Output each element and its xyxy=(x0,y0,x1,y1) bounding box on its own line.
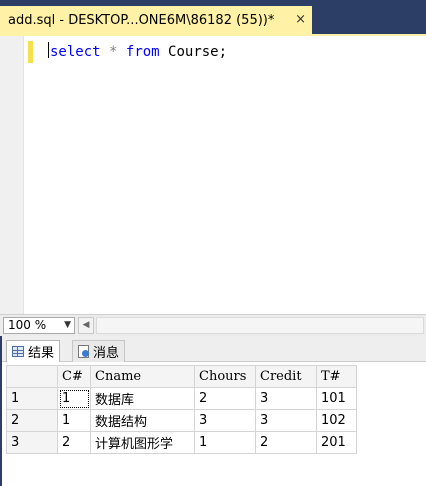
table-cell[interactable]: 3 xyxy=(255,409,317,432)
scroll-left-button[interactable]: ◀ xyxy=(78,317,94,334)
table-cell[interactable]: 数据库 xyxy=(90,387,195,410)
code-rest: Course; xyxy=(159,44,228,60)
table-cell[interactable]: 101 xyxy=(316,387,357,410)
result-tabs: 结果 消息 xyxy=(2,336,426,362)
code-line[interactable]: select * from Course; xyxy=(48,42,227,62)
keyword-select: select xyxy=(50,44,101,60)
table-cell[interactable]: 1 xyxy=(57,409,91,432)
column-header[interactable]: Chours xyxy=(194,365,256,388)
column-header[interactable]: Credit xyxy=(255,365,317,388)
column-header[interactable]: C# xyxy=(57,365,91,388)
tab-results-label: 结果 xyxy=(28,346,55,361)
table-row[interactable]: 3 2 计算机图形学 1 2 201 xyxy=(6,431,357,454)
column-header[interactable]: T# xyxy=(316,365,357,388)
horizontal-scrollbar[interactable] xyxy=(96,317,424,334)
message-icon xyxy=(78,345,89,358)
table-cell[interactable]: 2 xyxy=(57,431,91,454)
tab-messages[interactable]: 消息 xyxy=(72,340,126,362)
close-icon[interactable]: × xyxy=(295,13,306,26)
row-number[interactable]: 2 xyxy=(6,409,58,432)
keyword-from: from xyxy=(125,44,160,60)
document-tab-strip: add.sql - DESKTOP...ONE6M\86182 (55))* × xyxy=(0,0,426,34)
chevron-down-icon: ▼ xyxy=(64,320,71,330)
change-marker xyxy=(28,41,33,63)
query-editor[interactable]: select * from Course; xyxy=(0,34,426,314)
zoom-value: 100 % xyxy=(8,318,47,332)
table-cell[interactable]: 1 xyxy=(57,387,91,410)
row-number[interactable]: 3 xyxy=(6,431,58,454)
table-cell[interactable]: 201 xyxy=(316,431,357,454)
document-tab-title: add.sql - DESKTOP...ONE6M\86182 (55))* xyxy=(8,12,275,28)
zoom-dropdown[interactable]: 100 % ▼ xyxy=(3,317,75,334)
tab-messages-label: 消息 xyxy=(93,346,120,361)
editor-gutter xyxy=(0,36,24,314)
column-header[interactable]: Cname xyxy=(90,365,195,388)
editor-statusbar: 100 % ▼ ◀ xyxy=(0,314,426,336)
results-grid[interactable]: C# Cname Chours Credit T# 1 1 数据库 2 3 10… xyxy=(6,365,357,454)
header-row: C# Cname Chours Credit T# xyxy=(6,365,357,388)
table-cell[interactable]: 数据结构 xyxy=(90,409,195,432)
document-tab[interactable]: add.sql - DESKTOP...ONE6M\86182 (55))* × xyxy=(0,6,312,34)
table-cell[interactable]: 3 xyxy=(194,409,256,432)
grid-icon xyxy=(12,346,24,357)
row-number[interactable]: 1 xyxy=(6,387,58,410)
table-cell[interactable]: 1 xyxy=(194,431,256,454)
table-cell[interactable]: 2 xyxy=(194,387,256,410)
row-number-header[interactable] xyxy=(6,365,58,388)
text-caret xyxy=(48,42,49,58)
table-row[interactable]: 1 1 数据库 2 3 101 xyxy=(6,387,357,410)
table-row[interactable]: 2 1 数据结构 3 3 102 xyxy=(6,409,357,432)
table-cell[interactable]: 3 xyxy=(255,387,317,410)
tab-results[interactable]: 结果 xyxy=(6,340,61,362)
results-pane: 结果 消息 C# Cname Chours Credit T# 1 1 数据库 … xyxy=(0,336,426,486)
table-cell[interactable]: 102 xyxy=(316,409,357,432)
operator-star: * xyxy=(109,44,118,60)
table-cell[interactable]: 2 xyxy=(255,431,317,454)
table-cell[interactable]: 计算机图形学 xyxy=(90,431,195,454)
